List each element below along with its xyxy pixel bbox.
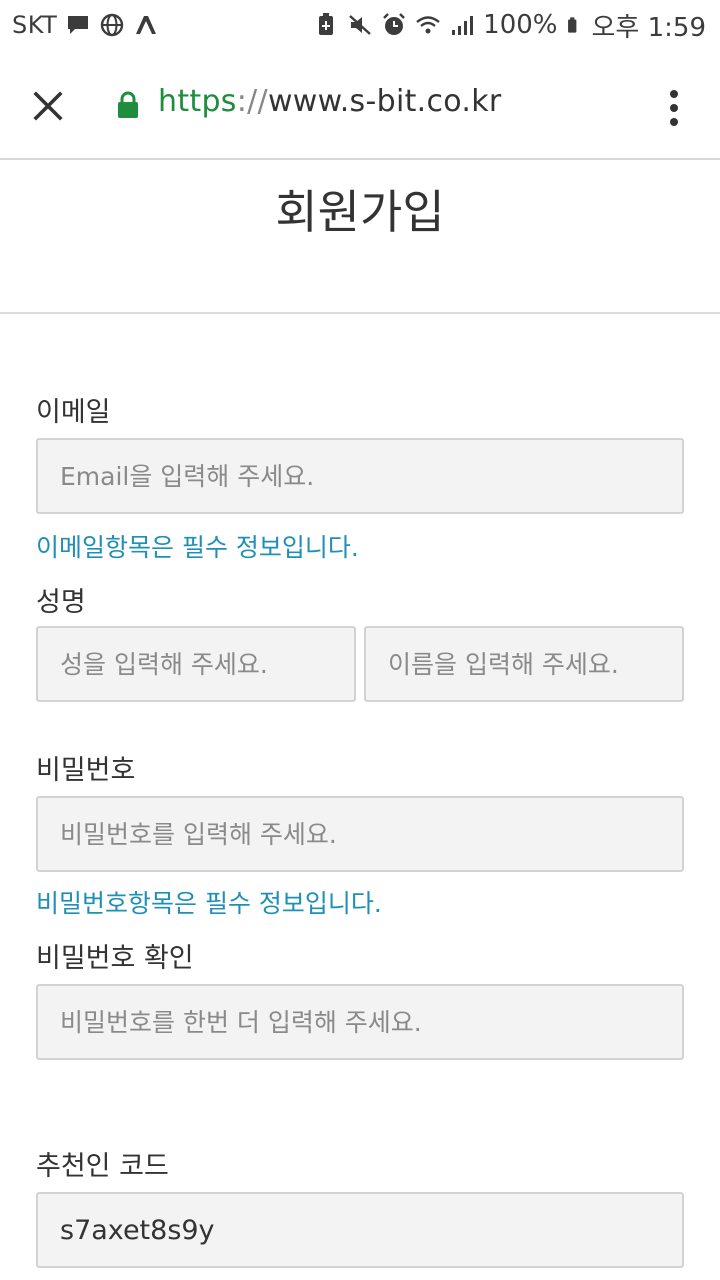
battery-saver-icon bbox=[319, 13, 334, 35]
globe-icon bbox=[101, 13, 124, 37]
signal-icon bbox=[452, 16, 474, 35]
menu-dot bbox=[670, 118, 678, 126]
status-right: 100% 오후 1:59 bbox=[313, 8, 707, 43]
email-label: 이메일 bbox=[36, 397, 111, 428]
email-error-text: 이메일항목은 필수 정보입니다. bbox=[36, 533, 359, 562]
close-icon bbox=[33, 91, 63, 121]
last-name-field[interactable] bbox=[36, 626, 356, 702]
menu-dot bbox=[670, 104, 678, 112]
referral-code-label: 추천인 코드 bbox=[36, 1151, 169, 1182]
wifi-icon bbox=[416, 16, 440, 34]
password-label: 비밀번호 bbox=[36, 755, 136, 786]
status-time: 오후 1:59 bbox=[591, 12, 707, 43]
app-logo-icon bbox=[136, 16, 157, 34]
mute-icon bbox=[349, 15, 371, 35]
close-button[interactable] bbox=[24, 82, 72, 130]
battery-icon bbox=[567, 17, 576, 33]
status-bar: SKT 100% 오후 1:59 bbox=[0, 0, 720, 50]
password-confirm-label: 비밀번호 확인 bbox=[36, 943, 194, 974]
email-field[interactable] bbox=[36, 438, 684, 514]
overflow-menu-button[interactable] bbox=[656, 80, 692, 136]
browser-url-bar: https://www.s-bit.co.kr bbox=[0, 50, 720, 160]
password-confirm-field[interactable] bbox=[36, 984, 684, 1060]
alarm-icon bbox=[383, 13, 406, 35]
referral-code-field[interactable] bbox=[36, 1192, 684, 1268]
menu-dot bbox=[670, 90, 678, 98]
url-scheme: https bbox=[158, 84, 237, 119]
status-left: SKT bbox=[12, 8, 159, 42]
page-header: 회원가입 bbox=[0, 162, 720, 314]
url-address[interactable]: https://www.s-bit.co.kr bbox=[158, 84, 502, 119]
first-name-field[interactable] bbox=[364, 626, 684, 702]
carrier-label: SKT bbox=[12, 11, 58, 39]
page-title: 회원가입 bbox=[275, 185, 445, 239]
battery-percent: 100% bbox=[483, 10, 558, 40]
password-field[interactable] bbox=[36, 796, 684, 872]
password-error-text: 비밀번호항목은 필수 정보입니다. bbox=[36, 889, 382, 918]
url-separator: :// bbox=[236, 84, 268, 119]
name-label: 성명 bbox=[36, 587, 86, 618]
lock-icon bbox=[118, 91, 138, 118]
message-icon bbox=[68, 16, 89, 34]
url-host: www.s-bit.co.kr bbox=[267, 84, 502, 119]
